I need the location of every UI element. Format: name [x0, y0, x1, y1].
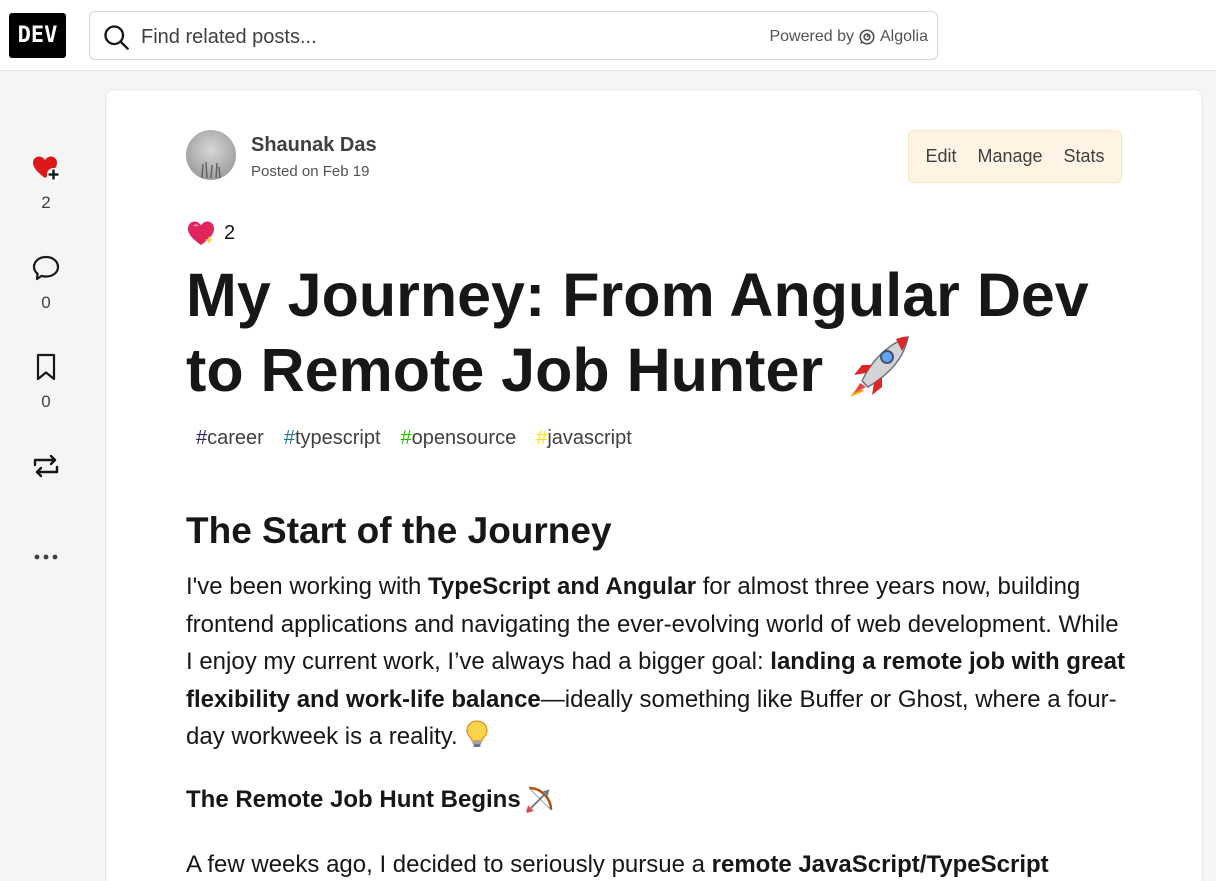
tag-hash: #: [283, 427, 295, 449]
bookmark-action[interactable]: 0: [20, 352, 72, 412]
p2-bold-b: remote JavaScript/TypeScript: [711, 851, 1049, 878]
p1-text-a: I've been working with: [186, 573, 429, 600]
algolia-label: Algolia: [879, 28, 928, 45]
tag-label: typescript: [294, 427, 381, 449]
bow-and-arrow-icon: [525, 786, 552, 813]
search-bar[interactable]: Find related posts... Powered by Algolia: [89, 11, 938, 60]
tag-label: javascript: [547, 427, 632, 449]
section-heading: The Start of the Journey: [186, 510, 612, 551]
reaction-count: 2: [224, 221, 236, 244]
reaction-summary[interactable]: 2: [186, 218, 235, 248]
tag-typescript[interactable]: #typescript: [274, 427, 391, 450]
dev-logo[interactable]: DEV: [9, 13, 66, 58]
posted-date: Posted on Feb 19: [251, 163, 370, 180]
subheading: The Remote Job Hunt Begins: [186, 784, 555, 816]
repost-icon[interactable]: [31, 451, 61, 481]
tag-javascript[interactable]: #javascript: [526, 427, 642, 450]
owner-actions: Edit Manage Stats: [908, 130, 1122, 183]
lightbulb-icon: [466, 720, 488, 747]
edit-button[interactable]: Edit: [925, 146, 956, 167]
algolia-icon: [859, 29, 875, 45]
post-title-text: My Journey: From Angular Dev to Remote J…: [186, 261, 1089, 404]
sparkle-heart-icon: [188, 221, 214, 245]
search-input[interactable]: Find related posts...: [141, 26, 317, 49]
comment-action[interactable]: 0: [20, 253, 72, 313]
search-icon[interactable]: [102, 23, 130, 51]
tag-list: #career #typescript #opensource #javascr…: [186, 427, 642, 450]
stats-button[interactable]: Stats: [1063, 146, 1104, 167]
comment-icon[interactable]: [31, 253, 61, 283]
p1-bold-b: TypeScript and Angular: [428, 573, 697, 600]
body-paragraph-2: A few weeks ago, I decided to seriously …: [186, 846, 1126, 881]
tag-opensource[interactable]: #opensource: [391, 427, 527, 450]
bookmark-count: 0: [41, 392, 51, 411]
tag-label: opensource: [411, 427, 517, 449]
powered-by-label: Powered by: [769, 28, 854, 45]
author-name[interactable]: Shaunak Das: [251, 134, 377, 157]
tag-career[interactable]: #career: [186, 427, 274, 450]
tag-hash: #: [536, 427, 548, 449]
heart-plus-icon[interactable]: [31, 153, 61, 183]
author-avatar[interactable]: [186, 130, 236, 180]
tag-hash: #: [196, 427, 208, 449]
post-title: My Journey: From Angular Dev to Remote J…: [186, 258, 1106, 408]
like-action[interactable]: 2: [20, 153, 72, 213]
avatar-image: [201, 161, 221, 178]
body-paragraph: I've been working with TypeScript and An…: [186, 568, 1126, 756]
bookmark-icon[interactable]: [31, 352, 61, 382]
more-action[interactable]: [20, 542, 72, 572]
subheading-text: The Remote Job Hunt Begins: [186, 786, 521, 813]
tag-hash: #: [400, 427, 412, 449]
p2-text-a: A few weeks ago, I decided to seriously …: [186, 851, 712, 878]
rocket-icon: [850, 335, 910, 397]
top-bar: DEV Find related posts... Powered by Alg…: [0, 0, 1216, 71]
manage-button[interactable]: Manage: [977, 146, 1042, 167]
more-dots-icon[interactable]: [31, 542, 61, 572]
like-count: 2: [41, 193, 51, 212]
powered-by-algolia[interactable]: Powered by Algolia: [769, 28, 928, 46]
share-action[interactable]: [20, 451, 72, 481]
article-card: Shaunak Das Posted on Feb 19 Edit Manage…: [106, 90, 1202, 881]
comment-count: 0: [41, 293, 51, 312]
tag-label: career: [207, 427, 264, 449]
